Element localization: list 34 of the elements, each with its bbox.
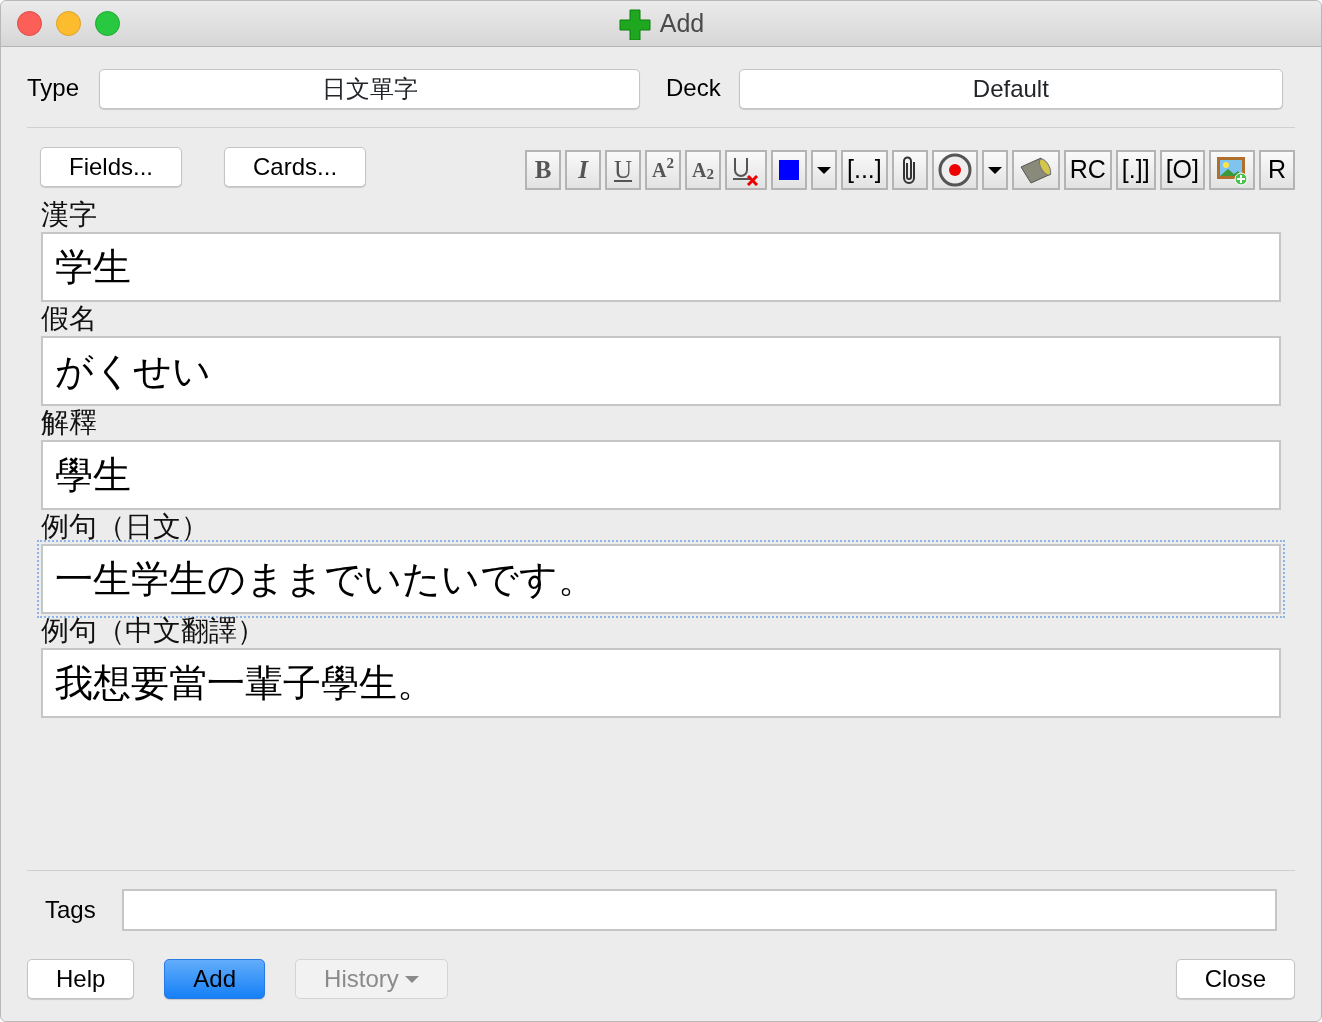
subscript-button[interactable]: A$_{2}$	[685, 150, 721, 190]
cards-button[interactable]: Cards...	[224, 147, 367, 187]
toolbar-button[interactable]: RC	[1063, 150, 1112, 190]
window-control-button[interactable]	[17, 11, 42, 36]
superscript-button[interactable]: A$^{2}$	[645, 150, 681, 190]
bold-button[interactable]: B	[525, 150, 561, 190]
underline-button[interactable]: U	[605, 150, 641, 190]
tags-label: Tags	[45, 895, 96, 925]
field-label: 解釋	[41, 406, 98, 440]
deck-label: Deck	[666, 73, 721, 103]
window-title: Add	[659, 7, 705, 39]
dialog-button[interactable]: Close	[1175, 959, 1295, 999]
field-label: 漢字	[41, 198, 98, 232]
deck-selector[interactable]: Default	[738, 69, 1283, 109]
dialog-button: History	[295, 959, 448, 999]
toolbar-button[interactable]: [.]]	[1115, 150, 1156, 190]
note-type-selector[interactable]: 日文單字	[99, 69, 641, 109]
fields-button[interactable]: Fields...	[40, 147, 183, 187]
record-icon[interactable]	[937, 153, 972, 187]
toolbar-button[interactable]: R	[1259, 150, 1295, 190]
dialog-button[interactable]: Add	[164, 959, 266, 999]
tags-field[interactable]	[121, 889, 1277, 931]
color-swatch-icon[interactable]	[779, 160, 799, 180]
plus-icon	[617, 7, 652, 40]
toolbar-button[interactable]: [...]	[841, 150, 888, 190]
caret-icon	[404, 975, 419, 983]
field-label: 假名	[41, 302, 98, 336]
dropdown-button[interactable]	[981, 150, 1008, 190]
dialog-button[interactable]: Help	[27, 959, 135, 999]
type-label: Type	[27, 73, 80, 103]
italic-button[interactable]: I	[565, 150, 601, 190]
dropdown-button[interactable]	[811, 150, 837, 190]
toolbar-button[interactable]: [O]	[1159, 150, 1205, 190]
picture-icon[interactable]	[1215, 154, 1249, 186]
